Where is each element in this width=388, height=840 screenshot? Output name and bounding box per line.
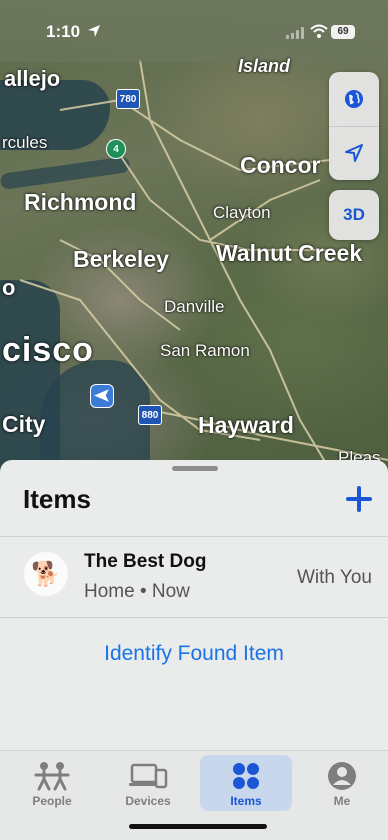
item-location: Home • Now	[84, 581, 190, 602]
map-label-island: Island	[238, 56, 291, 76]
state-route-4-shield: 4	[106, 139, 126, 159]
identify-found-item-link[interactable]: Identify Found Item	[0, 642, 388, 666]
add-item-button[interactable]	[344, 484, 374, 514]
map-label-san-ramon: San Ramon	[160, 341, 250, 360]
item-row[interactable]: 🐕 The Best Dog Home • Now With You	[0, 536, 388, 618]
items-icon	[233, 763, 259, 789]
tab-items-label: Items	[230, 794, 262, 808]
map-style-button[interactable]	[329, 72, 379, 126]
tab-me-label: Me	[333, 794, 351, 808]
map-label-berkeley: Berkeley	[73, 246, 169, 272]
plus-icon	[346, 486, 372, 512]
item-status: With You	[297, 567, 372, 588]
home-indicator[interactable]	[129, 824, 267, 829]
map-label-danville: Danville	[164, 297, 225, 316]
person-circle-icon	[328, 762, 356, 790]
battery-indicator: 69	[331, 25, 355, 39]
tab-devices[interactable]: Devices	[102, 755, 194, 811]
map-label-concord: Concor	[240, 152, 321, 178]
people-icon	[34, 762, 70, 791]
globe-icon	[345, 90, 363, 108]
sheet-grabber[interactable]	[172, 466, 218, 471]
tab-devices-label: Devices	[125, 794, 171, 808]
map-controls	[329, 72, 379, 180]
map-view[interactable]: 1:10 69 allejo Island rcules Concor Rich…	[0, 0, 388, 470]
status-bar: 1:10 69	[0, 0, 388, 62]
map-label-clayton: Clayton	[213, 203, 271, 222]
sheet-title: Items	[23, 484, 91, 514]
map-label-san-francisco: cisco	[2, 331, 94, 369]
item-name: The Best Dog	[84, 551, 207, 572]
wifi-icon	[310, 24, 328, 38]
interstate-880-shield: 880	[138, 405, 162, 425]
tab-people[interactable]: People	[6, 755, 98, 811]
tab-items[interactable]: Items	[200, 755, 292, 811]
locate-me-button[interactable]	[329, 126, 379, 180]
location-arrow-icon	[345, 144, 363, 162]
airport-icon[interactable]	[90, 384, 114, 408]
cellular-signal-icon	[286, 27, 304, 39]
map-label-sf-fragment: o	[2, 275, 16, 300]
location-services-icon	[88, 25, 100, 37]
map-label-hayward: Hayward	[198, 412, 294, 438]
devices-icon	[129, 763, 168, 789]
3d-button[interactable]: 3D	[329, 190, 379, 240]
map-label-hercules: rcules	[2, 133, 48, 152]
map-label-walnut-creek: Walnut Creek	[216, 240, 363, 266]
clock: 1:10	[46, 22, 81, 41]
map-label-city: City	[2, 411, 46, 437]
map-label-richmond: Richmond	[24, 189, 137, 215]
tab-me[interactable]: Me	[296, 755, 388, 811]
item-avatar: 🐕	[24, 552, 68, 596]
tab-people-label: People	[32, 794, 72, 808]
interstate-780-shield: 780	[116, 89, 140, 109]
map-label-vallejo: allejo	[4, 66, 61, 91]
